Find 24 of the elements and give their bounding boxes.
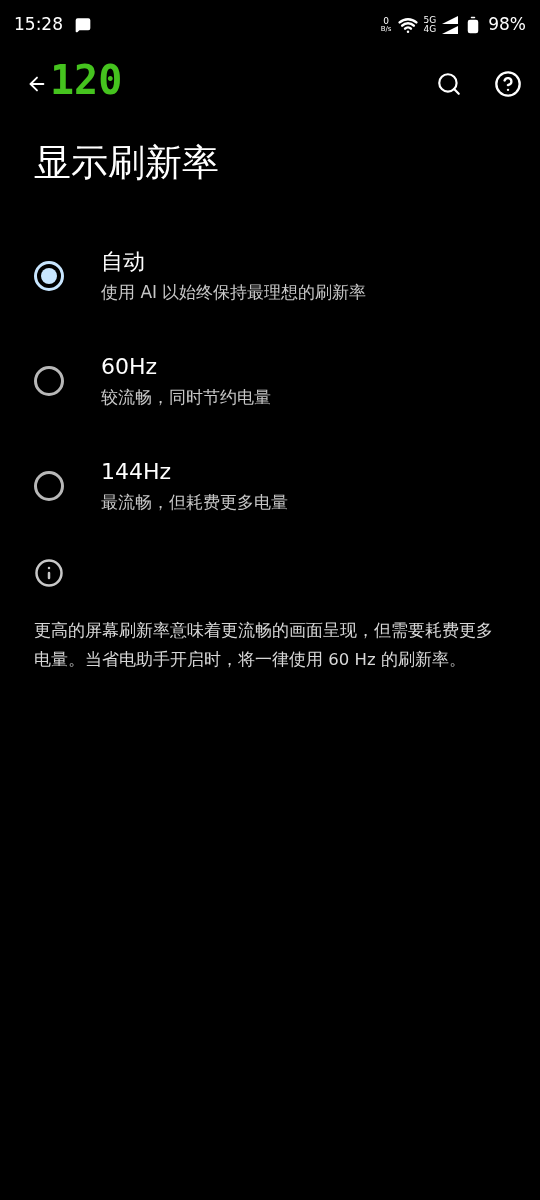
radio-button[interactable] xyxy=(34,470,64,501)
wifi-icon xyxy=(397,15,418,35)
radio-button[interactable] xyxy=(34,365,64,396)
refresh-option[interactable]: 60Hz 较流畅，同时节约电量 xyxy=(0,328,540,433)
option-description: 最流畅，但耗费更多电量 xyxy=(101,491,288,515)
message-icon xyxy=(75,17,91,33)
help-button[interactable] xyxy=(494,70,522,98)
fps-counter: 120 xyxy=(50,60,123,100)
refresh-option[interactable]: 144Hz 最流畅，但耗费更多电量 xyxy=(0,433,540,538)
refresh-option[interactable]: 自动 使用 AI 以始终保持最理想的刷新率 xyxy=(0,223,540,328)
search-button[interactable] xyxy=(436,71,462,97)
option-description: 使用 AI 以始终保持最理想的刷新率 xyxy=(101,281,367,305)
option-label: 自动 xyxy=(101,248,146,277)
info-icon xyxy=(34,558,64,588)
option-label: 144Hz xyxy=(101,458,173,487)
option-label: 60Hz xyxy=(101,353,159,382)
status-time: 15:28 xyxy=(14,13,63,37)
page-title: 显示刷新率 xyxy=(33,144,220,181)
signal-icon xyxy=(442,16,459,34)
info-text: 更高的屏幕刷新率意味着更流畅的画面呈现，但需要耗费更多电量。当省电助手开启时，将一律使用 60 Hz 的刷新率。 xyxy=(34,620,494,671)
option-description: 较流畅，同时节约电量 xyxy=(101,386,271,410)
battery-percent: 98% xyxy=(488,13,526,37)
radio-button[interactable] xyxy=(34,260,64,291)
network-type: 5G 4G xyxy=(423,16,437,34)
